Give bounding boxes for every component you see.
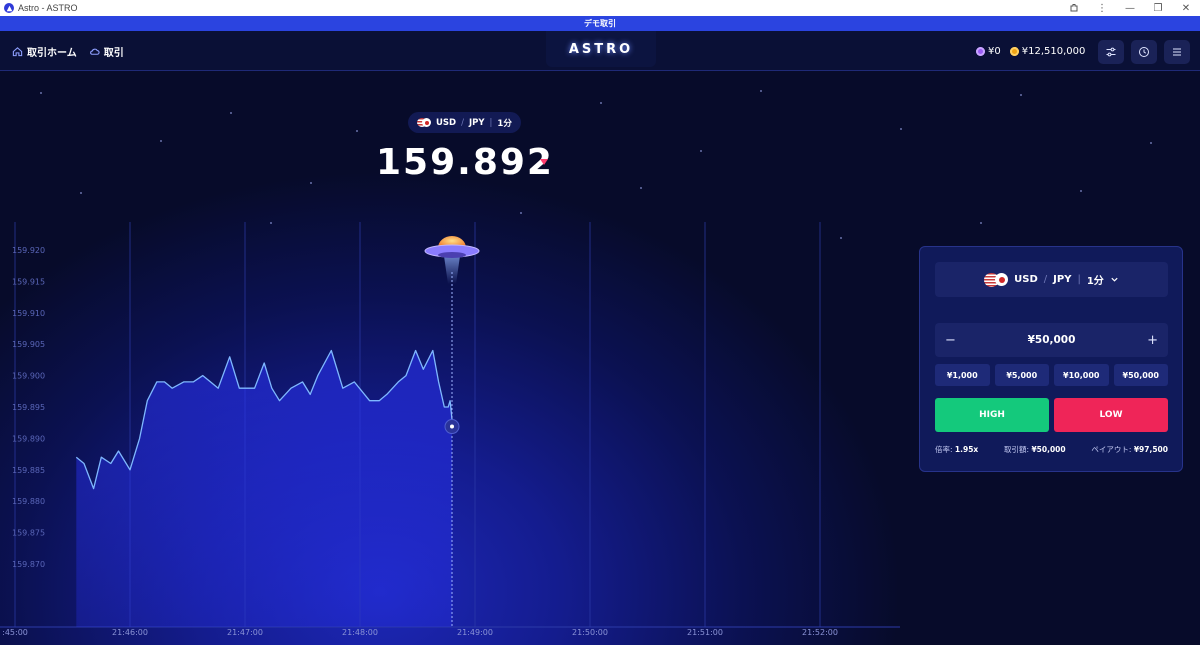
preset-button[interactable]: ¥1,000	[935, 364, 990, 386]
menu-button[interactable]	[1164, 40, 1190, 64]
menu-icon	[1173, 48, 1181, 56]
preset-button[interactable]: ¥5,000	[994, 364, 1049, 386]
x-tick-label: 21:51:00	[687, 628, 723, 637]
trade-buttons: HIGH LOW	[935, 398, 1168, 432]
x-tick-label: 21:48:00	[342, 628, 378, 637]
x-tick-label: 21:49:00	[457, 628, 493, 637]
increase-amount-button[interactable]: +	[1147, 333, 1158, 348]
x-tick-label: 21:46:00	[112, 628, 148, 637]
close-icon[interactable]: ✕	[1172, 0, 1200, 16]
y-tick-label: 159.875	[12, 529, 45, 538]
y-tick-label: 159.915	[12, 277, 45, 286]
more-options-icon[interactable]: ⋮	[1088, 0, 1116, 16]
y-axis: 159.920 159.915 159.910 159.905 159.900 159.8…	[12, 246, 45, 569]
ufo-icon	[424, 236, 480, 284]
y-tick-label: 159.890	[12, 434, 45, 443]
restore-icon[interactable]: ❐	[1144, 0, 1172, 16]
y-tick-label: 159.900	[12, 372, 45, 381]
panel-pair-separator: /	[1043, 274, 1048, 285]
high-button[interactable]: HIGH	[935, 398, 1049, 432]
cloud-icon	[89, 48, 100, 55]
panel-timeframe: 1分	[1086, 276, 1104, 287]
x-axis: :45:00 21:46:00 21:47:00 21:48:00 21:49:00 21…	[2, 628, 838, 637]
cash-balance: ¥12,510,000	[1009, 45, 1086, 57]
y-tick-label: 159.920	[12, 246, 45, 255]
history-clock-icon	[1139, 47, 1149, 57]
usd-jpy-flag-icon	[984, 272, 1009, 287]
preset-button[interactable]: ¥10,000	[1054, 364, 1109, 386]
price-area	[76, 350, 453, 627]
settings-sliders-icon	[1106, 47, 1116, 57]
chart-series	[75, 349, 453, 627]
y-tick-label: 159.910	[12, 309, 45, 318]
x-tick-label: 21:50:00	[572, 628, 608, 637]
app-header: 取引ホーム 取引 ASTRO ¥0 ¥12,510,000	[0, 31, 1200, 71]
x-tick-label: :45:00	[2, 628, 28, 637]
y-tick-label: 159.905	[12, 340, 45, 349]
panel-pair-base: USD	[1014, 274, 1038, 285]
price-chart: 159.920 159.915 159.910 159.905 159.900 159.8…	[0, 222, 900, 637]
preset-button[interactable]: ¥50,000	[1113, 364, 1168, 386]
bonus-balance-value: ¥0	[988, 45, 1001, 57]
trade-panel: USD / JPY | 1分 − ¥50,000 + ¥1,000 ¥5,000…	[919, 246, 1183, 472]
trading-stage: USD / JPY | 1分 159.892 159.920 159.915 159…	[0, 72, 1200, 645]
window-titlebar: Astro - ASTRO ⋮ — ❐ ✕	[0, 0, 1200, 16]
astro-logo: ASTRO	[568, 41, 634, 57]
pair-selector[interactable]: USD / JPY | 1分	[935, 262, 1168, 297]
panel-pair-quote: JPY	[1053, 274, 1072, 285]
logo-container: ASTRO	[546, 31, 656, 67]
panel-pair-divider: |	[1077, 274, 1081, 285]
decrease-amount-button[interactable]: −	[945, 333, 956, 348]
x-tick-label: 21:52:00	[802, 628, 838, 637]
window-title: Astro - ASTRO	[18, 3, 78, 13]
y-tick-label: 159.870	[12, 560, 45, 569]
y-tick-label: 159.895	[12, 403, 45, 412]
cash-balance-value: ¥12,510,000	[1021, 45, 1086, 57]
astro-app-icon	[4, 3, 14, 13]
nav-trade[interactable]: 取引	[89, 44, 124, 59]
stake-info: 取引額: ¥50,000	[1004, 445, 1066, 454]
amount-value[interactable]: ¥50,000	[1028, 334, 1076, 346]
nav-trade-home-label: 取引ホーム	[27, 47, 77, 59]
y-tick-label: 159.885	[12, 466, 45, 475]
balances: ¥0 ¥12,510,000	[976, 31, 1085, 71]
nav-trade-home[interactable]: 取引ホーム	[12, 44, 77, 59]
chevron-down-icon	[1111, 277, 1118, 282]
minimize-icon[interactable]: —	[1116, 0, 1144, 16]
yen-coin-icon	[1009, 46, 1019, 56]
y-tick-label: 159.880	[12, 497, 45, 506]
extensions-icon[interactable]	[1060, 0, 1088, 16]
rate-info: 倍率: 1.95x	[935, 445, 979, 454]
current-price-dot-center	[450, 424, 454, 429]
amount-stepper: − ¥50,000 +	[935, 323, 1168, 357]
nav-trade-label: 取引	[103, 47, 124, 59]
trade-info: 倍率: 1.95x 取引額: ¥50,000 ペイアウト: ¥97,500	[935, 444, 1168, 455]
bonus-coin-icon	[976, 46, 985, 56]
demo-trading-banner: デモ取引	[0, 16, 1200, 31]
home-icon	[12, 46, 23, 56]
bonus-balance: ¥0	[976, 46, 1001, 57]
main-nav: 取引ホーム 取引	[12, 31, 124, 71]
amount-presets: ¥1,000 ¥5,000 ¥10,000 ¥50,000	[935, 364, 1168, 386]
settings-button[interactable]	[1098, 40, 1124, 64]
low-button[interactable]: LOW	[1054, 398, 1168, 432]
history-button[interactable]	[1131, 40, 1157, 64]
x-tick-label: 21:47:00	[227, 628, 263, 637]
payout-info: ペイアウト: ¥97,500	[1091, 445, 1168, 454]
